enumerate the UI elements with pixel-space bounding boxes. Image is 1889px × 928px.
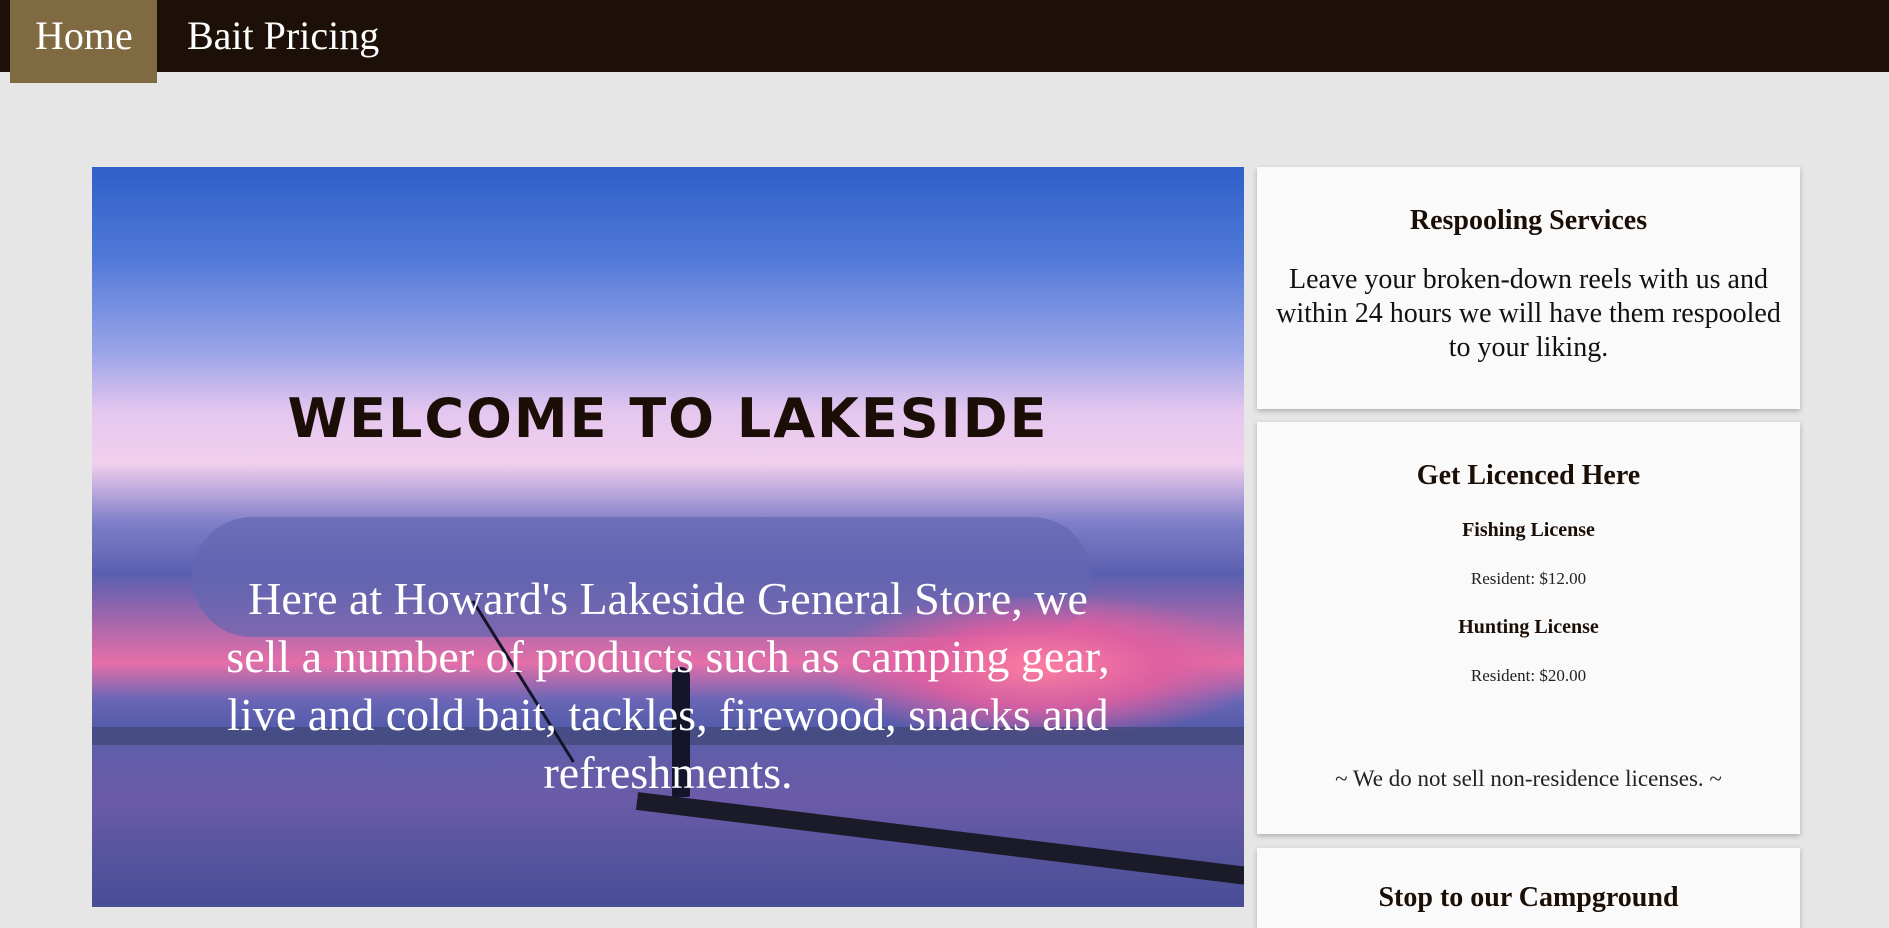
nav-home-link[interactable]: Home [10, 0, 157, 83]
licences-card: Get Licenced Here Fishing License Reside… [1257, 422, 1800, 834]
licences-title: Get Licenced Here [1416, 460, 1641, 491]
fishing-license-price: Resident: $12.00 [1470, 569, 1587, 588]
hunting-license-price: Resident: $20.00 [1470, 666, 1587, 685]
hero-banner: WELCOME TO LAKESIDE Here at Howard's Lak… [92, 167, 1244, 907]
licences-note: ~ We do not sell non-residence licenses.… [1335, 766, 1722, 791]
respooling-card: Respooling Services Leave your broken-do… [1257, 167, 1800, 409]
campground-title: Stop to our Campground [1378, 882, 1679, 913]
campground-card: Stop to our Campground [1257, 848, 1800, 928]
respooling-title: Respooling Services [1409, 205, 1648, 236]
fishing-license-name: Fishing License [1462, 519, 1595, 541]
hunting-license-name: Hunting License [1458, 616, 1599, 638]
hero-description: Here at Howard's Lakeside General Store,… [226, 573, 1110, 798]
hero-title: WELCOME TO LAKESIDE [287, 387, 1049, 450]
top-navigation: Home Bait Pricing [0, 0, 1889, 83]
respooling-body: Leave your broken-down reels with us and… [1276, 264, 1781, 363]
nav-bait-pricing-link[interactable]: Bait Pricing [162, 0, 404, 83]
